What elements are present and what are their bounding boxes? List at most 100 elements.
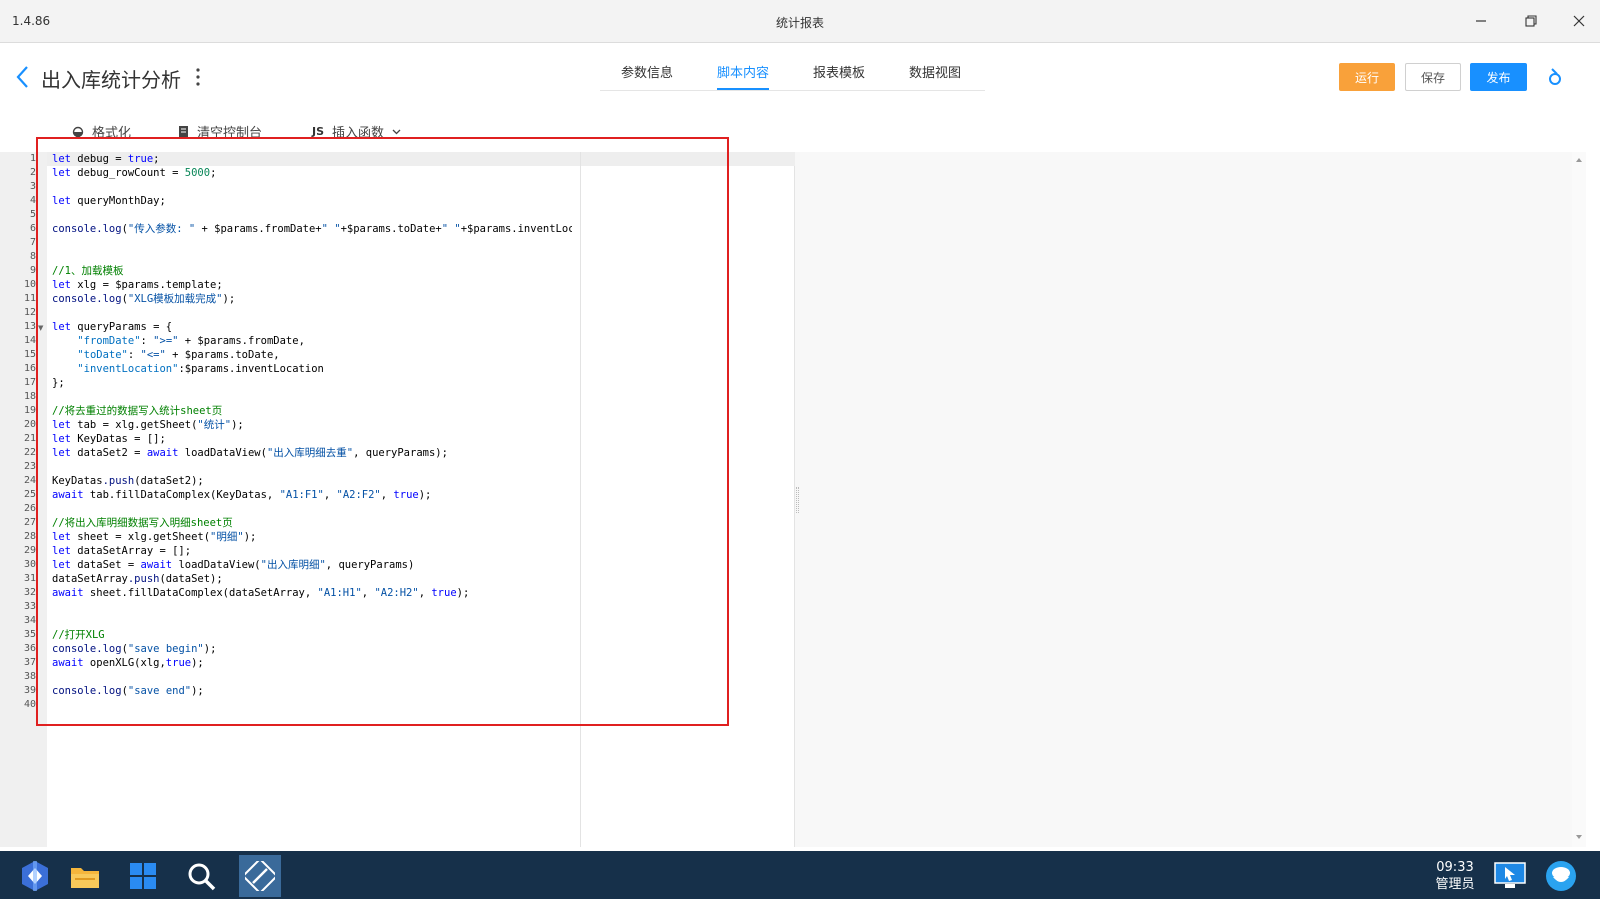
code-line[interactable]: await tab.fillDataComplex(KeyDatas, "A1:…	[52, 488, 572, 502]
vertical-scrollbar[interactable]	[1572, 152, 1586, 847]
line-number: 15	[23, 349, 36, 360]
code-line[interactable]: //1、加载模板	[52, 264, 572, 278]
line-number: 16	[23, 363, 36, 374]
line-number: 26	[23, 503, 36, 514]
line-number: 21	[23, 433, 36, 444]
code-content[interactable]: let debug = true; let debug_rowCount = 50…	[52, 152, 572, 712]
line-number: 7	[29, 237, 36, 248]
save-button[interactable]: 保存	[1405, 63, 1461, 91]
code-line[interactable]: let dataSetArray = [];	[52, 544, 572, 558]
code-line[interactable]	[52, 670, 572, 684]
system-clock[interactable]: 09:33 管理员	[1420, 859, 1490, 893]
clear-console-button[interactable]: 清空控制台	[178, 122, 262, 141]
line-number: 27	[23, 517, 36, 528]
insert-function-dropdown[interactable]: JS 插入函数	[312, 122, 401, 141]
code-line[interactable]: //打开XLG	[52, 628, 572, 642]
line-number: 40	[23, 699, 36, 710]
line-number: 14	[23, 335, 36, 346]
code-line[interactable]: let debug_rowCount = 5000;	[52, 166, 572, 180]
code-line[interactable]: let sheet = xlg.getSheet("明细");	[52, 530, 572, 544]
line-number: 12	[23, 307, 36, 318]
line-number: 10	[23, 279, 36, 290]
code-line[interactable]: let dataSet2 = await loadDataView("出入库明细…	[52, 446, 572, 460]
code-line[interactable]: "toDate": "<=" + $params.toDate,	[52, 348, 572, 362]
code-line[interactable]: let debug = true;	[52, 152, 572, 166]
back-arrow-icon[interactable]	[14, 64, 34, 90]
minimize-icon[interactable]	[1466, 8, 1496, 34]
code-line[interactable]: await sheet.fillDataComplex(dataSetArray…	[52, 586, 572, 600]
code-line[interactable]: let tab = xlg.getSheet("统计");	[52, 418, 572, 432]
line-number: 20	[23, 419, 36, 430]
line-number: 37	[23, 657, 36, 668]
search-icon[interactable]	[180, 855, 222, 897]
page-title: 出入库统计分析	[41, 68, 181, 92]
code-line[interactable]	[52, 600, 572, 614]
taskbar: 09:33 管理员	[0, 851, 1600, 899]
chevron-down-icon	[392, 129, 401, 135]
format-label: 格式化	[92, 126, 132, 141]
app-grid-icon[interactable]	[122, 855, 164, 897]
code-line[interactable]: let KeyDatas = [];	[52, 432, 572, 446]
code-line[interactable]: let queryMonthDay;	[52, 194, 572, 208]
tab-params[interactable]: 参数信息	[621, 62, 673, 90]
code-line[interactable]	[52, 236, 572, 250]
code-line[interactable]: console.log("XLG模板加载完成");	[52, 292, 572, 306]
code-line[interactable]: await openXLG(xlg,true);	[52, 656, 572, 670]
code-line[interactable]: KeyDatas.push(dataSet2);	[52, 474, 572, 488]
code-line[interactable]: let queryParams = {	[52, 320, 572, 334]
remote-desktop-icon[interactable]	[1489, 855, 1531, 897]
line-number: 19	[23, 405, 36, 416]
code-line[interactable]: "fromDate": ">=" + $params.fromDate,	[52, 334, 572, 348]
line-number: 30	[23, 559, 36, 570]
start-launcher-icon[interactable]	[14, 855, 56, 897]
code-line[interactable]	[52, 306, 572, 320]
restore-icon[interactable]	[1516, 8, 1546, 34]
code-line[interactable]: console.log("save begin");	[52, 642, 572, 656]
code-line[interactable]	[52, 250, 572, 264]
fold-arrow-icon[interactable]: ▼	[38, 324, 43, 332]
line-number: 33	[23, 601, 36, 612]
code-editor[interactable]: 1 2 3 4 5 6 7 8 9 10 11 12 13 14 15 16 17 18 19 20 21 22 23 24 2…	[0, 152, 795, 847]
line-number: 11	[23, 293, 36, 304]
code-line[interactable]: let xlg = $params.template;	[52, 278, 572, 292]
code-line[interactable]	[52, 390, 572, 404]
more-menu-icon[interactable]	[192, 66, 204, 88]
code-line[interactable]	[52, 502, 572, 516]
code-line[interactable]: "inventLocation":$params.inventLocation	[52, 362, 572, 376]
tab-bar: 参数信息 脚本内容 报表模板 数据视图	[600, 58, 985, 91]
tab-dataview[interactable]: 数据视图	[909, 62, 961, 90]
code-line[interactable]: //将去重过的数据写入统计sheet页	[52, 404, 572, 418]
file-manager-icon[interactable]	[64, 855, 106, 897]
code-line[interactable]: let dataSet = await loadDataView("出入库明细"…	[52, 558, 572, 572]
format-button[interactable]: 格式化	[72, 122, 131, 141]
line-number: 23	[23, 461, 36, 472]
code-line[interactable]: console.log("传入参数: " + $params.fromDate+…	[52, 222, 572, 236]
editor-toolbar: 格式化 清空控制台 JS 插入函数	[0, 118, 800, 146]
line-number: 13	[23, 321, 36, 332]
code-line[interactable]	[52, 180, 572, 194]
code-line[interactable]: //将出入库明细数据写入明细sheet页	[52, 516, 572, 530]
line-number: 24	[23, 475, 36, 486]
code-line[interactable]	[52, 698, 572, 712]
run-button[interactable]: 运行	[1339, 63, 1395, 91]
user-settings-icon[interactable]	[1545, 66, 1565, 88]
close-icon[interactable]	[1564, 8, 1594, 34]
line-number: 28	[23, 531, 36, 542]
report-designer-app-icon[interactable]	[239, 855, 281, 897]
line-number: 4	[29, 195, 36, 206]
clock-time: 09:33	[1436, 860, 1474, 875]
code-line[interactable]	[52, 614, 572, 628]
code-line[interactable]: };	[52, 376, 572, 390]
tab-script[interactable]: 脚本内容	[717, 62, 770, 90]
tab-template[interactable]: 报表模板	[813, 62, 865, 90]
code-line[interactable]	[52, 460, 572, 474]
code-line[interactable]: dataSetArray.push(dataSet);	[52, 572, 572, 586]
code-line[interactable]	[52, 208, 572, 222]
messenger-tray-icon[interactable]	[1540, 855, 1582, 897]
line-number: 5	[29, 209, 36, 220]
js-badge: JS	[312, 125, 325, 138]
code-line[interactable]: console.log("save end");	[52, 684, 572, 698]
window-title: 统计报表	[775, 16, 824, 30]
page-header: 出入库统计分析 参数信息 脚本内容 报表模板 数据视图 运行 保存 发布	[0, 44, 1600, 114]
publish-button[interactable]: 发布	[1470, 63, 1527, 91]
